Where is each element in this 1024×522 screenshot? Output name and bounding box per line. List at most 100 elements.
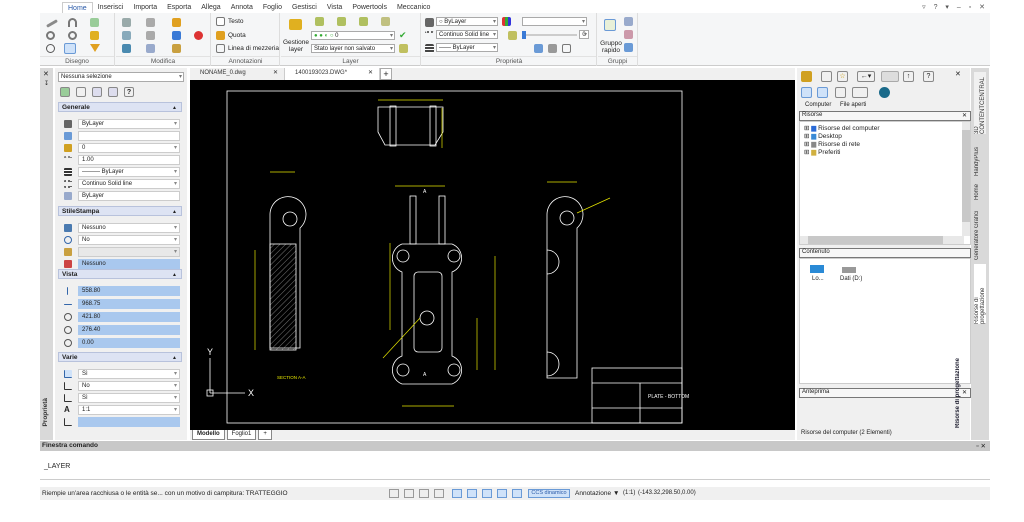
grid-button[interactable] — [419, 489, 429, 498]
vtab-handyplus[interactable]: HandyPlus — [974, 138, 980, 176]
tab-foglio[interactable]: Foglio — [258, 2, 287, 13]
back-icon[interactable]: ←▾ — [857, 71, 875, 82]
tab-home[interactable]: Home — [62, 2, 93, 13]
circle-icon[interactable] — [46, 31, 55, 40]
linetype-select[interactable]: Continuo Solid line — [436, 30, 498, 39]
trim-icon[interactable] — [146, 44, 155, 53]
pin-icon[interactable]: ↧ — [44, 80, 49, 87]
vtab-home[interactable]: Home — [974, 178, 980, 200]
tab-powertools[interactable]: Powertools — [347, 2, 392, 13]
grid-display-button[interactable] — [404, 489, 414, 498]
lineweight-button[interactable] — [497, 489, 507, 498]
check-icon[interactable]: ✔ — [399, 31, 408, 40]
color-select[interactable]: ○ ByLayer — [436, 17, 498, 26]
close-icon[interactable]: ✕ — [43, 70, 49, 78]
text-button[interactable]: Testo — [228, 18, 244, 25]
new-tab-button[interactable]: + — [380, 68, 392, 80]
content-item[interactable]: Dati (D:) — [840, 276, 862, 282]
section-stilestampa[interactable]: StileStampa — [58, 206, 182, 216]
osnap-button[interactable] — [467, 489, 477, 498]
tab-inserisci[interactable]: Inserisci — [93, 2, 129, 13]
polar-button[interactable] — [452, 489, 462, 498]
layer-manager-icon[interactable] — [289, 19, 302, 30]
load-icon[interactable] — [801, 71, 812, 82]
quick-input-button[interactable] — [512, 489, 522, 498]
fillet-icon[interactable] — [172, 44, 181, 53]
hatch-icon[interactable] — [90, 44, 100, 52]
drive-icon[interactable] — [842, 267, 856, 273]
close-icon[interactable]: ✕ — [368, 69, 373, 76]
quick-group-icon[interactable] — [604, 19, 616, 31]
drawing-canvas[interactable]: X Y SECTION A-A A A PLATE - BOTTOM — [190, 68, 795, 440]
layer-tool-icon[interactable] — [315, 17, 324, 26]
window-controls[interactable]: ▿ ? ▾ ‒ ▫ ✕ — [922, 3, 988, 11]
close-icon[interactable]: ✕ — [955, 70, 961, 78]
filter-icon[interactable] — [108, 87, 118, 97]
selection-select[interactable]: Nessuna selezione — [58, 72, 184, 82]
match-properties-icon[interactable] — [534, 44, 543, 53]
content-item[interactable]: Lo... — [812, 276, 824, 282]
stretch-icon[interactable] — [122, 44, 131, 53]
tab-allega[interactable]: Allega — [196, 2, 225, 13]
tree-item[interactable]: ⊞ ▆ Desktop — [804, 132, 842, 140]
close-icon[interactable]: ✕ — [962, 389, 967, 396]
offset-icon[interactable] — [146, 31, 155, 40]
preview-toggle-icon[interactable] — [817, 87, 828, 98]
toggle-pickadd-icon[interactable] — [60, 87, 70, 97]
array-icon[interactable] — [146, 18, 155, 27]
tab-computer[interactable]: Computer — [805, 102, 831, 108]
section-varie[interactable]: Varie — [58, 352, 182, 362]
vtab-generatore-grafici[interactable]: Generatore Grafici — [974, 204, 980, 260]
doc-tab-active[interactable]: 1400193023.DWG* ✕ — [285, 68, 380, 80]
home-icon[interactable] — [821, 71, 832, 82]
help-icon[interactable]: ? — [923, 71, 934, 82]
close-icon[interactable]: ✕ — [273, 69, 278, 76]
scale-icon[interactable] — [172, 31, 181, 40]
move-icon[interactable] — [122, 18, 131, 27]
dimension-icon[interactable] — [216, 31, 225, 40]
explode-icon[interactable] — [194, 31, 203, 40]
group-icon[interactable] — [624, 17, 633, 26]
quick-select-icon[interactable] — [92, 87, 102, 97]
layer-manager-button[interactable]: Gestione layer — [283, 39, 309, 53]
otrack-button[interactable] — [482, 489, 492, 498]
ortho-button[interactable] — [434, 489, 444, 498]
transparency-value[interactable]: 0 — [579, 30, 589, 39]
region-icon[interactable] — [90, 31, 99, 40]
tree-item[interactable]: ⊞ ▆ Risorse del computer — [804, 124, 880, 132]
views-icon[interactable] — [852, 87, 868, 98]
plotstyle-select[interactable] — [522, 17, 587, 26]
color-palette-icon[interactable] — [502, 17, 511, 26]
properties-vertical-tab[interactable]: Proprietà — [42, 398, 49, 427]
tree-item[interactable]: ⊞ ▆ Preferiti — [804, 148, 840, 156]
vtab-risorse[interactable]: Risorse di progettazione — [974, 264, 986, 324]
tab-annota[interactable]: Annota — [226, 2, 258, 13]
local-drive-icon[interactable] — [810, 265, 824, 273]
horizontal-scrollbar[interactable] — [800, 236, 964, 244]
help-button[interactable]: ? — [124, 87, 134, 97]
lineweight-select[interactable]: —— ByLayer — [436, 43, 498, 52]
layer-tool-icon[interactable] — [337, 17, 346, 26]
snap-button[interactable] — [389, 489, 399, 498]
clock-icon[interactable] — [46, 44, 55, 53]
section-generale[interactable]: Generale — [58, 102, 182, 112]
tree-item[interactable]: ⊞ ▆ Risorse di rete — [804, 140, 860, 148]
float-close-icons[interactable]: ▫ ✕ — [976, 442, 986, 450]
erase-icon[interactable] — [172, 18, 181, 27]
dimension-button[interactable]: Quota — [228, 32, 246, 39]
layer-state-select[interactable]: Stato layer non salvato — [311, 44, 395, 53]
layer-select[interactable]: ● ● ◐ ○ 0 — [311, 31, 395, 40]
arc-icon[interactable] — [68, 18, 77, 27]
centerline-button[interactable]: Linea di mezzeria — [228, 45, 279, 52]
layer-tool-icon[interactable] — [359, 17, 368, 26]
mirror-icon[interactable] — [122, 31, 131, 40]
tab-file-aperti[interactable]: File aperti — [840, 102, 866, 108]
layer-state-icon[interactable] — [399, 44, 408, 53]
transparency-slider[interactable] — [522, 31, 577, 39]
tab-modello[interactable]: Modello — [192, 430, 225, 440]
close-icon[interactable]: ✕ — [962, 112, 967, 119]
quick-group-button[interactable]: Gruppo rapido — [599, 40, 623, 54]
description-icon[interactable] — [835, 87, 846, 98]
annotation-scale-select[interactable]: Annotazione ▼ — [575, 490, 619, 497]
vertical-scrollbar[interactable] — [962, 122, 970, 236]
